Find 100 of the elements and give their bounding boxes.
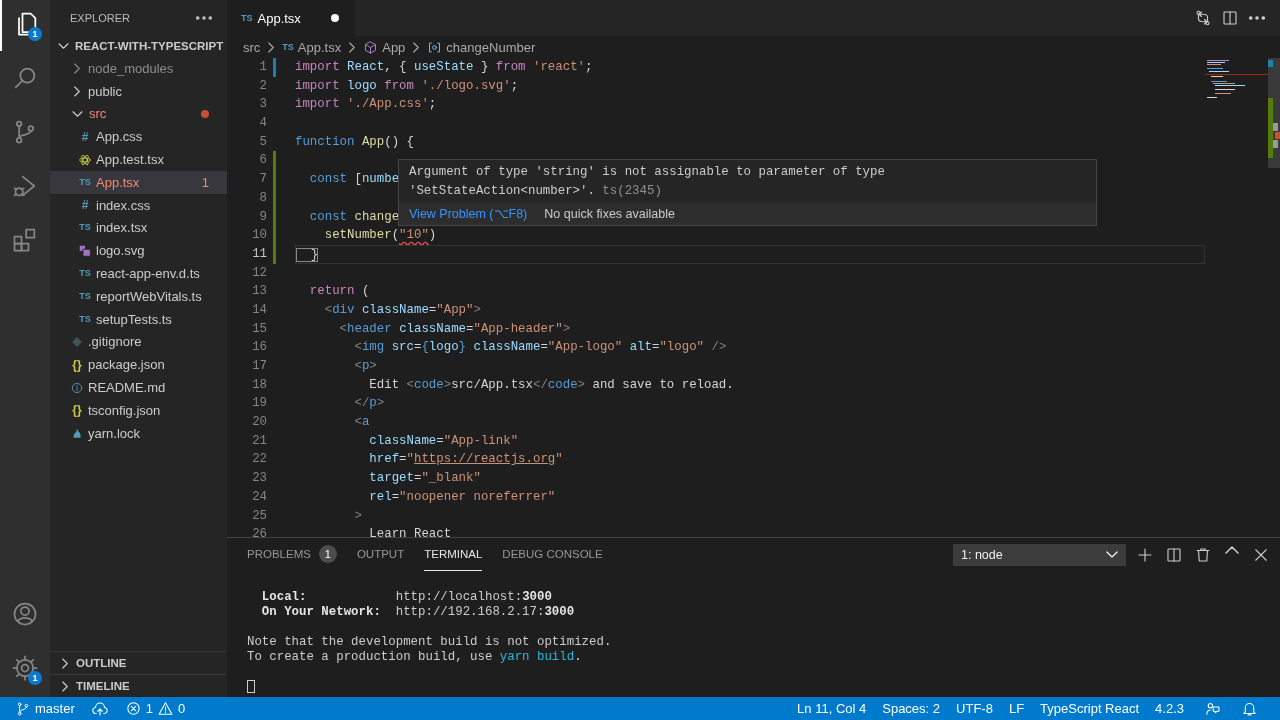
braces-icon: {} xyxy=(70,404,84,417)
file-item[interactable]: .gitignore xyxy=(50,330,227,354)
editor-tab[interactable]: TS App.tsx xyxy=(227,0,355,36)
panel-tab[interactable]: DEBUG CONSOLE xyxy=(502,538,603,571)
code-line: import React, { useState } from 'react'; xyxy=(295,59,593,76)
code-line: className="App-link" xyxy=(368,432,519,450)
typescript-icon: TS xyxy=(78,269,92,279)
error-dot xyxy=(201,110,209,118)
status-item[interactable]: Spaces: 2 xyxy=(874,697,949,720)
line-number: 7 xyxy=(258,171,267,189)
status-item[interactable]: UTF-8 xyxy=(948,697,1001,720)
typescript-icon: TS xyxy=(241,13,253,23)
status-item[interactable]: LF xyxy=(1000,697,1033,720)
branch-indicator[interactable]: master xyxy=(7,697,83,720)
line-number: 3 xyxy=(258,96,267,114)
terminal-line: To create a production build, use yarn build. xyxy=(247,650,583,665)
hash-icon: # xyxy=(78,130,92,143)
terminal-line: On Your Network: http://192.168.2.17:3000 xyxy=(260,605,576,620)
status-item[interactable]: TypeScript React xyxy=(1032,697,1148,720)
chevron-up-icon xyxy=(1225,545,1239,554)
code-line: > xyxy=(353,507,362,525)
file-item[interactable]: {} tsconfig.json xyxy=(50,398,227,422)
panel-tab[interactable]: TERMINAL xyxy=(424,538,483,571)
file-item[interactable]: logo.svg xyxy=(50,239,227,263)
bell-icon xyxy=(1241,700,1258,717)
line-number: 20 xyxy=(251,414,267,432)
file-item[interactable]: TS react-app-env.d.ts xyxy=(50,262,227,285)
typescript-icon: TS xyxy=(282,42,294,52)
more-icon xyxy=(1249,16,1265,20)
file-item[interactable]: TS App.tsx 1 xyxy=(50,171,227,194)
code-line: return ( xyxy=(308,283,370,301)
file-item[interactable]: {} package.json xyxy=(50,353,227,377)
error-icon xyxy=(124,700,142,717)
line-number: 6 xyxy=(258,152,267,170)
file-item[interactable]: TS setupTests.ts xyxy=(50,307,227,331)
hash-icon: # xyxy=(78,199,92,212)
file-item[interactable]: TS reportWebVitals.ts xyxy=(50,284,227,308)
folder-item[interactable]: public xyxy=(50,79,227,103)
split-button[interactable] xyxy=(1221,9,1239,27)
code-line: <img src={logo} className="App-logo" alt="logo" /> xyxy=(353,339,727,357)
code-line: href="https://reactjs.org" xyxy=(368,451,563,469)
terminal-line: Local: http://localhost:3000 xyxy=(260,590,553,605)
notification-count: 1 xyxy=(28,671,42,685)
terminal-dropdown[interactable]: 1: node xyxy=(953,543,1126,566)
compare-icon xyxy=(1194,9,1212,27)
status-item[interactable]: 4.2.3 xyxy=(1147,697,1192,720)
file-item[interactable]: yarn.lock xyxy=(50,421,227,445)
panel-tab[interactable]: PROBLEMS 1 xyxy=(247,538,337,571)
line-number: 11 xyxy=(251,245,267,263)
cube-icon xyxy=(363,39,379,55)
project-header[interactable]: REACT-WITH-TYPESCRIPT xyxy=(50,35,227,57)
breadcrumb[interactable]: App xyxy=(363,39,406,55)
unsaved-dot xyxy=(331,14,339,22)
notification-count: 1 xyxy=(28,27,42,41)
typescript-icon: TS xyxy=(78,223,92,233)
split-button[interactable] xyxy=(1165,545,1183,564)
file-item[interactable]: App.test.tsx xyxy=(50,148,227,171)
view-problem-link[interactable]: View Problem (⌥F8) xyxy=(409,206,528,222)
file-item[interactable]: # App.css xyxy=(50,125,227,149)
line-number: 2 xyxy=(258,77,267,95)
code-line: import logo from './logo.svg'; xyxy=(295,77,519,95)
chevron-icon xyxy=(349,41,356,53)
terminal-cursor xyxy=(247,680,255,693)
more-icon xyxy=(196,15,212,20)
chevron-icon xyxy=(268,41,275,53)
folder-item[interactable]: src xyxy=(50,102,227,126)
code-line: function App() { xyxy=(295,133,414,151)
line-number: 24 xyxy=(251,488,267,506)
line-number: 22 xyxy=(251,451,267,469)
line-number: 5 xyxy=(258,133,267,151)
breadcrumb[interactable]: src xyxy=(243,39,261,55)
line-number: 26 xyxy=(251,526,267,537)
settings-button[interactable]: 1 xyxy=(0,641,50,695)
code-line: rel="noopener noreferrer" xyxy=(368,488,556,506)
line-number: 23 xyxy=(251,470,267,488)
warning-count: 0 xyxy=(177,701,186,716)
line-number: 15 xyxy=(251,320,267,338)
code-line: const [numbe xyxy=(308,171,400,189)
info-icon xyxy=(70,380,84,395)
problem-count: 1 xyxy=(201,174,209,190)
status-item[interactable]: Ln 11, Col 4 xyxy=(789,697,875,720)
panel-tab[interactable]: OUTPUT xyxy=(356,538,405,571)
more-button[interactable] xyxy=(1248,16,1266,20)
folder-item[interactable]: node_modules xyxy=(50,57,227,80)
sidebar-title: EXPLORER xyxy=(70,11,130,24)
file-item[interactable]: TS index.tsx xyxy=(50,216,227,240)
code-line: import './App.css'; xyxy=(295,96,437,114)
file-item[interactable]: # index.css xyxy=(50,193,227,217)
problems-indicator[interactable]: 1 0 xyxy=(116,697,194,720)
trash-button[interactable] xyxy=(1194,545,1212,564)
breadcrumb[interactable]: changeNumber xyxy=(427,39,536,55)
file-item[interactable]: README.md xyxy=(50,376,227,399)
code-line: </p> xyxy=(353,395,385,413)
compare-button[interactable] xyxy=(1194,9,1212,27)
typescript-icon: TS xyxy=(78,291,92,301)
line-number: 8 xyxy=(258,189,267,207)
breadcrumb[interactable]: TS App.tsx xyxy=(282,39,342,55)
code-line: target="_blank" xyxy=(368,470,481,488)
squares-icon xyxy=(78,243,92,258)
line-number: 14 xyxy=(251,301,267,319)
